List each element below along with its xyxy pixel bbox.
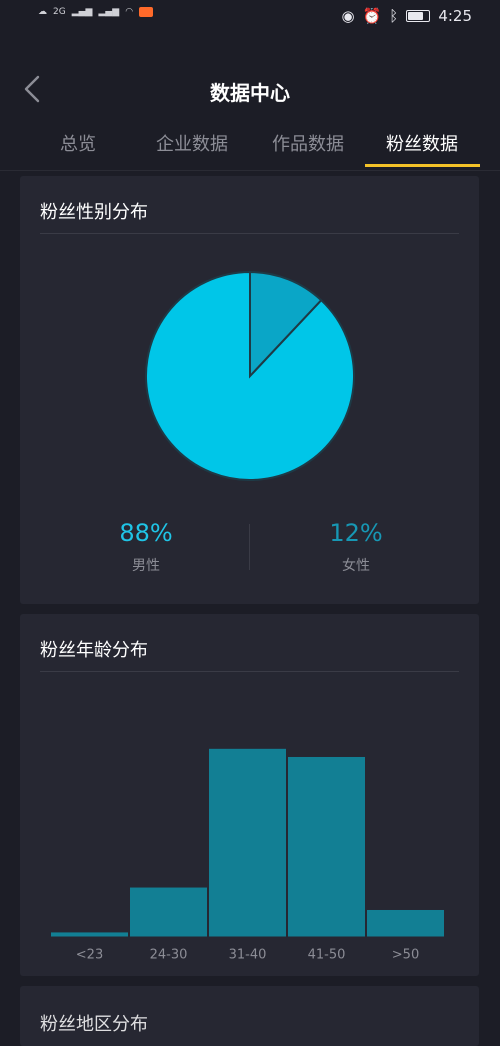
- male-label: 男性: [132, 558, 160, 574]
- status-bar: ☁ 2G ▂▄▆ ▂▄▆ ◠ ◉ ⏰ ᛒ 4:25: [0, 0, 500, 34]
- app-notification-icon: [139, 7, 154, 17]
- male-percentage: 88%: [119, 519, 173, 547]
- signal-icon: ▂▄▆: [71, 7, 93, 17]
- alarm-icon: ⏰: [362, 7, 382, 25]
- region-distribution-card: 粉丝地区分布: [20, 986, 479, 1046]
- status-icons-right: ◉ ⏰ ᛒ 4:25: [342, 7, 472, 25]
- active-tab-indicator: [365, 164, 480, 167]
- x-tick-label: >50: [392, 948, 419, 963]
- x-tick-label: 24-30: [150, 948, 188, 963]
- male-stat: 88% 男性: [32, 519, 260, 575]
- x-tick-label: 41-50: [308, 948, 346, 963]
- female-label: 女性: [342, 558, 370, 574]
- gender-pie-chart: [145, 271, 355, 481]
- tab-overview[interactable]: 总览: [18, 130, 138, 156]
- x-tick-label: <23: [76, 948, 103, 963]
- age-bar-chart: <23 24-30 31-40 41-50 >50: [51, 748, 444, 963]
- age-bar-4: [367, 909, 444, 937]
- page-title: 数据中心: [210, 81, 290, 105]
- x-tick-label: 31-40: [229, 948, 267, 963]
- bluetooth-icon: ᛒ: [389, 7, 399, 25]
- tab-fans-data[interactable]: 粉丝数据: [362, 130, 482, 156]
- tab-works-data[interactable]: 作品数据: [248, 130, 368, 156]
- signal-2-icon: ▂▄▆: [98, 7, 120, 17]
- tab-enterprise-data[interactable]: 企业数据: [132, 130, 252, 156]
- card-title: 粉丝性别分布: [40, 202, 148, 223]
- wifi-icon: ◠: [125, 7, 134, 17]
- female-stat: 12% 女性: [242, 519, 470, 575]
- gender-distribution-card: 粉丝性别分布 88% 男性 12% 女性: [20, 176, 479, 604]
- age-bar-3: [288, 756, 365, 937]
- age-bar-0: [51, 932, 128, 937]
- top-bar: 数据中心: [0, 62, 500, 118]
- age-distribution-card: 粉丝年龄分布 <23 24-30 31-40 41-50 >50: [20, 614, 479, 976]
- divider: [40, 233, 459, 234]
- status-icons-left: ☁ 2G ▂▄▆ ▂▄▆ ◠: [38, 7, 154, 17]
- card-title: 粉丝地区分布: [40, 1014, 148, 1035]
- battery-icon: [406, 10, 431, 22]
- nfc-icon: ◉: [341, 7, 355, 25]
- age-bar-1: [130, 887, 207, 937]
- signal-label: 2G: [53, 7, 66, 17]
- status-time: 4:25: [438, 7, 472, 25]
- age-bar-2: [209, 748, 286, 937]
- female-percentage: 12%: [329, 519, 383, 547]
- cloud-icon: ☁: [38, 7, 47, 17]
